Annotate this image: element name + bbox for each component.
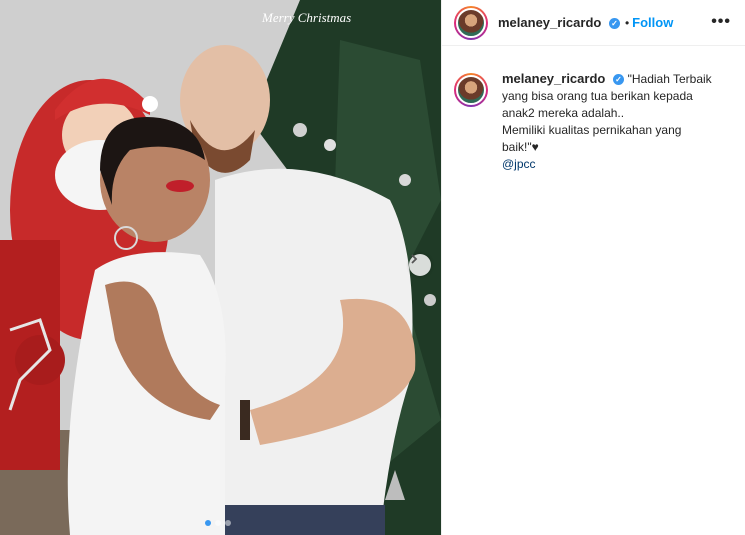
caption-avatar[interactable] (454, 73, 488, 107)
photo-illustration: Merry Christmas (0, 0, 441, 535)
more-options-icon[interactable]: ••• (711, 13, 731, 31)
chevron-right-icon (411, 254, 418, 264)
carousel-dot (225, 520, 231, 526)
caption-line: baik!"♥ (502, 140, 539, 154)
caption-username-text: melaney_ricardo (502, 71, 606, 86)
ornament-text: Merry Christmas (261, 10, 351, 25)
caption-line: "Hadiah Terbaik (627, 72, 712, 86)
separator-dot: • (624, 15, 630, 30)
mention-link[interactable]: @jpcc (502, 156, 722, 173)
post-photo[interactable]: Merry Christmas (0, 0, 441, 535)
follow-button[interactable]: Follow (632, 15, 673, 30)
username-link[interactable]: melaney_ricardo ✓ (498, 15, 620, 30)
verified-badge-icon: ✓ (608, 18, 620, 30)
caption-comment: melaney_ricardo ✓ "Hadiah Terbaik yang b… (442, 46, 745, 173)
username-text: melaney_ricardo (498, 15, 602, 30)
caption-body: melaney_ricardo ✓ "Hadiah Terbaik yang b… (502, 70, 722, 173)
avatar[interactable] (454, 5, 488, 40)
carousel-indicator (205, 520, 231, 526)
caption-username-link[interactable]: melaney_ricardo ✓ (502, 71, 628, 86)
verified-badge-icon: ✓ (612, 74, 624, 86)
next-photo-button[interactable] (409, 254, 431, 276)
carousel-dot (215, 520, 221, 526)
post-details-panel: melaney_ricardo ✓ • Follow ••• melaney_r… (441, 0, 745, 535)
post-header: melaney_ricardo ✓ • Follow ••• (442, 0, 745, 46)
avatar-image (456, 7, 486, 38)
avatar-image (456, 75, 486, 105)
carousel-dot-active (205, 520, 211, 526)
caption-line: anak2 mereka adalah.. (502, 106, 625, 120)
caption-line: yang bisa orang tua berikan kepada (502, 89, 693, 103)
caption-line: Memiliki kualitas pernikahan yang (502, 123, 682, 137)
